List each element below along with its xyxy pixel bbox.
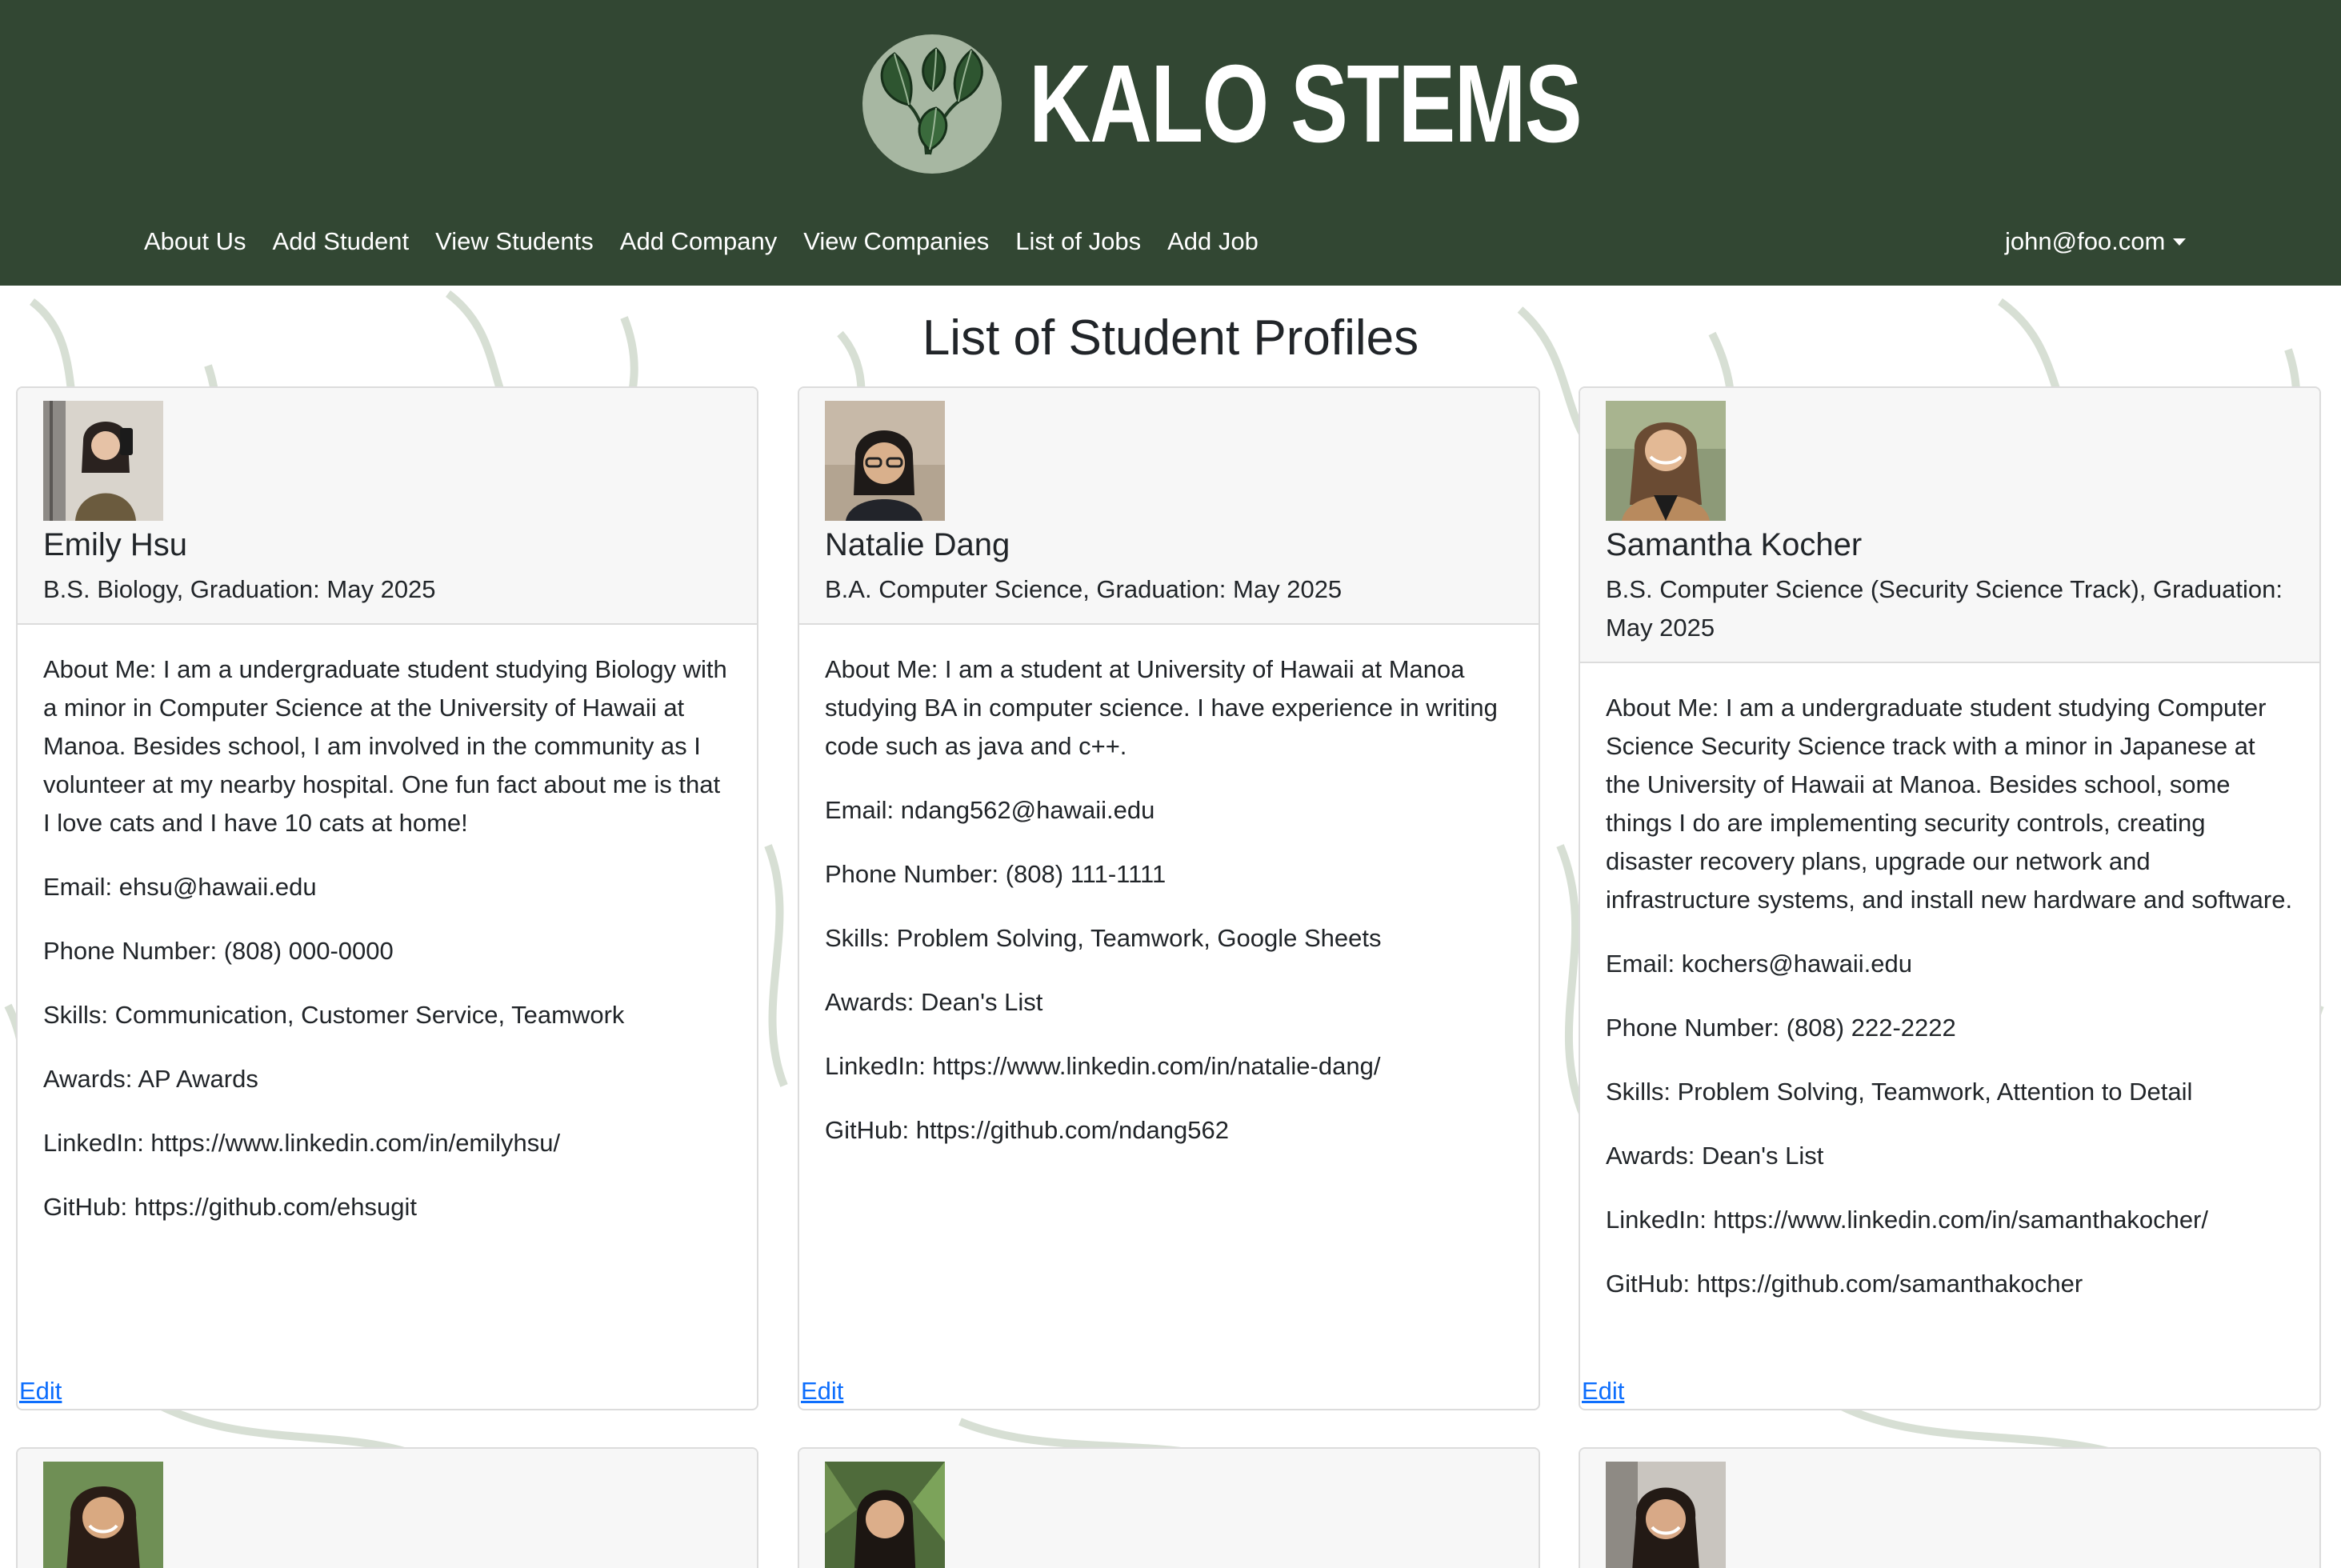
- student-name: Natalie Dang: [825, 527, 1010, 562]
- student-email: Email: ndang562@hawaii.edu: [825, 796, 1155, 824]
- nav-add-job[interactable]: Add Job: [1167, 227, 1259, 256]
- student-email: Email: kochers@hawaii.edu: [1606, 950, 1912, 978]
- avatar: [43, 401, 163, 521]
- student-linkedin: LinkedIn: https://www.linkedin.com/in/sa…: [1606, 1206, 2208, 1234]
- student-card: Samantha Kocher B.S. Computer Science (S…: [1579, 386, 2321, 1410]
- avatar: [1606, 401, 1726, 521]
- brand-title: KALO STEMS: [1029, 42, 1583, 166]
- page-title: List of Student Profiles: [922, 310, 1419, 366]
- student-phone: Phone Number: (808) 000-0000: [43, 937, 394, 965]
- student-phone: Phone Number: (808) 222-2222: [1606, 1014, 1956, 1042]
- edit-link[interactable]: Edit: [1582, 1377, 1624, 1406]
- nav-add-company[interactable]: Add Company: [620, 227, 777, 256]
- nav-links: About Us Add Student View Students Add C…: [144, 224, 1285, 259]
- student-awards: Awards: Dean's List: [825, 988, 1043, 1016]
- card-header: [18, 1449, 757, 1568]
- student-skills: Skills: Problem Solving, Teamwork, Atten…: [1606, 1078, 2193, 1106]
- user-dropdown[interactable]: john@foo.com: [2005, 224, 2187, 259]
- edit-link[interactable]: Edit: [801, 1377, 843, 1406]
- student-name: Emily Hsu: [43, 527, 188, 562]
- nav-list-of-jobs[interactable]: List of Jobs: [1015, 227, 1141, 256]
- student-card: Natalie Dang B.A. Computer Science, Grad…: [798, 386, 1540, 1410]
- card-header: Natalie Dang B.A. Computer Science, Grad…: [799, 388, 1539, 625]
- student-card: Emily Hsu B.S. Biology, Graduation: May …: [16, 386, 758, 1410]
- avatar: [825, 401, 945, 521]
- avatar: [43, 1462, 163, 1568]
- student-email: Email: ehsu@hawaii.edu: [43, 873, 317, 901]
- student-about: About Me: I am a undergraduate student s…: [1606, 694, 2293, 914]
- student-skills: Skills: Problem Solving, Teamwork, Googl…: [825, 924, 1382, 952]
- card-header: Emily Hsu B.S. Biology, Graduation: May …: [18, 388, 757, 625]
- edit-link[interactable]: Edit: [19, 1377, 62, 1406]
- student-github: GitHub: https://github.com/ndang562: [825, 1116, 1229, 1144]
- nav-view-companies[interactable]: View Companies: [803, 227, 989, 256]
- student-phone: Phone Number: (808) 111-1111: [825, 860, 1166, 888]
- student-degree: B.A. Computer Science, Graduation: May 2…: [825, 575, 1343, 603]
- student-degree: B.S. Computer Science (Security Science …: [1606, 575, 2283, 642]
- nav-view-students[interactable]: View Students: [435, 227, 594, 256]
- card-body: About Me: I am a undergraduate student s…: [1580, 663, 2319, 1303]
- student-card: [798, 1447, 1540, 1568]
- navbar: KALO STEMS About Us Add Student View Stu…: [0, 0, 2341, 286]
- student-skills: Skills: Communication, Customer Service,…: [43, 1001, 625, 1029]
- brand[interactable]: KALO STEMS: [862, 34, 1737, 174]
- card-header: [799, 1449, 1539, 1568]
- user-email: john@foo.com: [2005, 227, 2166, 255]
- card-header: Samantha Kocher B.S. Computer Science (S…: [1580, 388, 2319, 663]
- avatar: [825, 1462, 945, 1568]
- student-card: [16, 1447, 758, 1568]
- student-awards: Awards: Dean's List: [1606, 1142, 1824, 1170]
- card-header: [1580, 1449, 2319, 1568]
- student-github: GitHub: https://github.com/ehsugit: [43, 1193, 417, 1221]
- student-linkedin: LinkedIn: https://www.linkedin.com/in/na…: [825, 1052, 1381, 1080]
- student-name: Samantha Kocher: [1606, 527, 1863, 562]
- student-about: About Me: I am a undergraduate student s…: [43, 655, 727, 837]
- student-about: About Me: I am a student at University o…: [825, 655, 1498, 760]
- student-linkedin: LinkedIn: https://www.linkedin.com/in/em…: [43, 1129, 561, 1157]
- card-body: About Me: I am a undergraduate student s…: [18, 625, 757, 1226]
- student-degree: B.S. Biology, Graduation: May 2025: [43, 575, 436, 603]
- avatar: [1606, 1462, 1726, 1568]
- card-body: About Me: I am a student at University o…: [799, 625, 1539, 1150]
- student-awards: Awards: AP Awards: [43, 1065, 258, 1093]
- nav-about-us[interactable]: About Us: [144, 227, 246, 256]
- taro-leaf-icon: [862, 34, 1002, 174]
- main-content: List of Student Profiles Emily Hsu B.S. …: [0, 286, 2341, 1568]
- student-github: GitHub: https://github.com/samanthakoche…: [1606, 1270, 2083, 1298]
- nav-add-student[interactable]: Add Student: [273, 227, 410, 256]
- student-card: [1579, 1447, 2321, 1568]
- chevron-down-icon: [2173, 238, 2187, 246]
